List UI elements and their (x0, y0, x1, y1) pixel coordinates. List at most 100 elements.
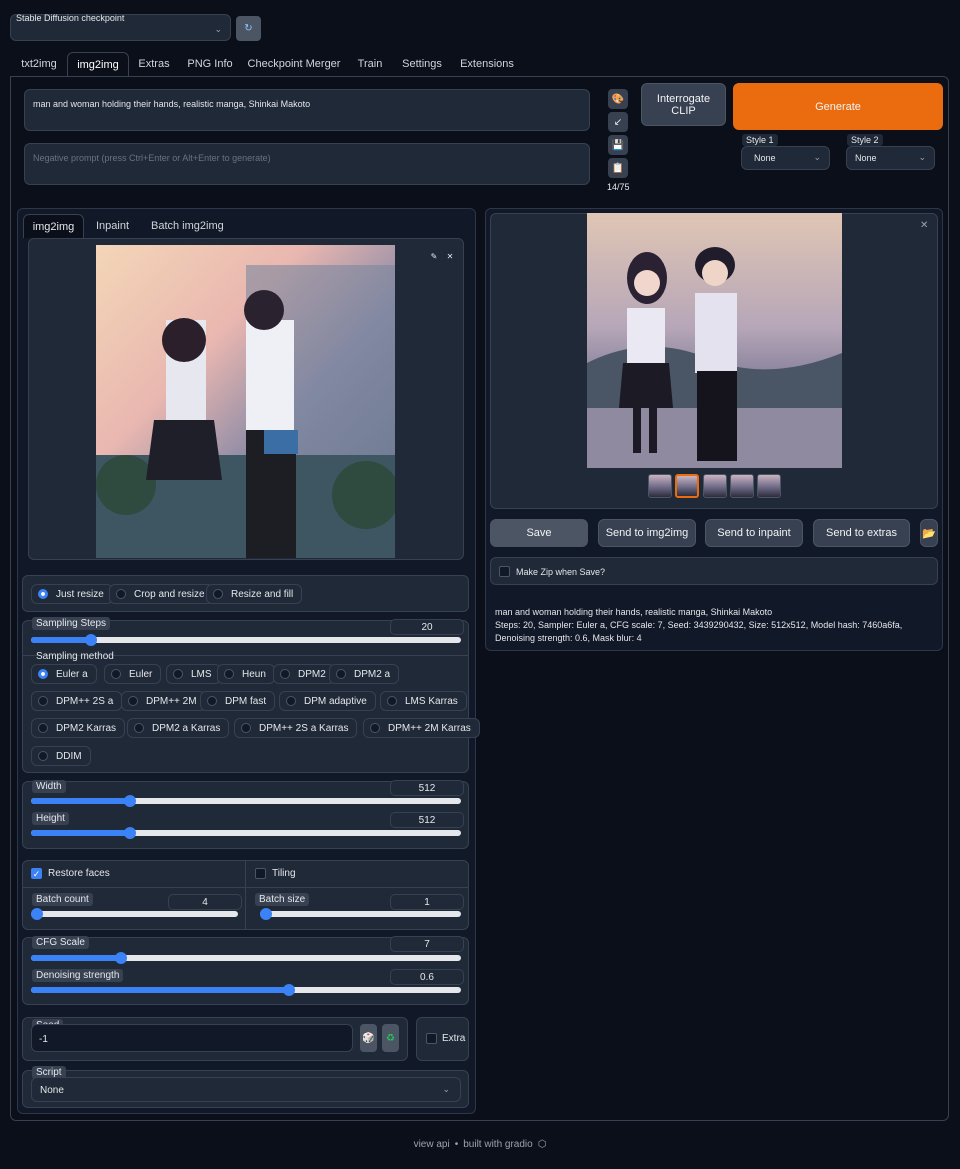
slider-thumb[interactable] (123, 827, 136, 839)
batch-count-slider[interactable] (31, 908, 238, 920)
subtab-img2img[interactable]: img2img (23, 214, 84, 238)
seed-input[interactable]: -1 (31, 1024, 353, 1052)
gallery-thumbnail[interactable] (703, 474, 727, 498)
sampler-option[interactable]: DPM2 Karras (31, 718, 126, 738)
sampler-option[interactable]: Heun (217, 664, 275, 684)
recycle-icon[interactable]: ♻ (382, 1024, 399, 1052)
send-to-extras-button[interactable]: Send to extras (813, 519, 910, 547)
sampler-option[interactable]: Euler (104, 664, 162, 684)
height-slider[interactable] (31, 827, 461, 839)
resize-and-fill[interactable]: Resize and fill (206, 584, 303, 604)
batch-size-input[interactable]: 1 (390, 894, 464, 910)
send-to-img2img-button[interactable]: Send to img2img (598, 519, 696, 547)
subtab-inpaint[interactable]: Inpaint (96, 220, 129, 232)
sampler-option[interactable]: DPM++ 2M (121, 691, 206, 711)
script-dropdown[interactable]: None ⌄ (31, 1077, 461, 1102)
batch-count-input[interactable]: 4 (168, 894, 242, 910)
cfg-scale-input[interactable]: 7 (390, 936, 464, 952)
radio-dot (207, 696, 217, 706)
send-to-inpaint-button[interactable]: Send to inpaint (705, 519, 803, 547)
cfg-scale-slider[interactable] (31, 952, 461, 964)
resize-just-resize[interactable]: Just resize (31, 584, 113, 604)
sampler-option[interactable]: LMS (166, 664, 221, 684)
view-api-link[interactable]: view api (414, 1139, 450, 1150)
negative-prompt-input[interactable]: Negative prompt (press Ctrl+Enter or Alt… (24, 143, 590, 185)
sampler-option[interactable]: DPM fast (200, 691, 276, 711)
sampler-option[interactable]: Euler a (31, 664, 97, 684)
dice-icon[interactable]: 🎲 (360, 1024, 377, 1052)
tab-checkpoint-merger[interactable]: Checkpoint Merger (246, 52, 342, 76)
arrow-icon[interactable]: ↙ (608, 112, 628, 132)
sampler-option[interactable]: DPM++ 2S a (31, 691, 123, 711)
tab-extras[interactable]: Extras (134, 52, 174, 76)
sampler-option[interactable]: DDIM (31, 746, 91, 766)
gallery-thumbnail[interactable] (757, 474, 781, 498)
style1-value: None (754, 153, 776, 163)
refresh-icon[interactable]: ↻ (236, 16, 261, 41)
slider-thumb[interactable] (283, 984, 295, 996)
close-icon[interactable]: ✕ (920, 220, 928, 231)
built-with-gradio-link[interactable]: built with gradio (463, 1139, 532, 1150)
tab-png-info[interactable]: PNG Info (182, 52, 238, 76)
tab-txt2img[interactable]: txt2img (14, 52, 64, 76)
paint-icon[interactable]: 🎨 (608, 89, 628, 109)
folder-icon[interactable]: 📂 (920, 519, 938, 547)
width-slider[interactable] (31, 795, 461, 807)
slider-thumb[interactable] (123, 795, 136, 807)
radio-dot (224, 669, 234, 679)
height-input[interactable]: 512 (390, 812, 464, 828)
prompt-input[interactable]: man and woman holding their hands, reali… (24, 89, 590, 131)
sampler-option[interactable]: DPM adaptive (279, 691, 376, 711)
clipboard-icon[interactable]: 📋 (608, 158, 628, 178)
checkpoint-dropdown[interactable]: Stable Diffusion checkpoint ⌄ (10, 13, 231, 41)
save-icon[interactable]: 💾 (608, 135, 628, 155)
tiling-checkbox[interactable]: Tiling (255, 868, 296, 879)
generate-button[interactable]: Generate (733, 83, 943, 130)
radio-dot (213, 589, 223, 599)
tab-settings[interactable]: Settings (396, 52, 448, 76)
style1-label: Style 1 (742, 134, 778, 146)
close-icon[interactable]: ✕ (444, 250, 456, 262)
interrogate-button[interactable]: Interrogate CLIP (641, 83, 726, 126)
subtab-batch-img2img[interactable]: Batch img2img (151, 220, 224, 232)
footer-separator: • (454, 1139, 459, 1150)
sampler-option[interactable]: DPM2 (273, 664, 335, 684)
make-zip-checkbox[interactable]: Make Zip when Save? (499, 566, 605, 577)
sampler-option[interactable]: DPM2 a (329, 664, 400, 684)
denoising-input[interactable]: 0.6 (390, 969, 464, 985)
tab-img2img[interactable]: img2img (67, 52, 129, 76)
input-image (96, 245, 395, 558)
slider-thumb[interactable] (260, 908, 272, 920)
resize-crop-and-resize[interactable]: Crop and resize (109, 584, 214, 604)
edit-icon[interactable]: ✎ (428, 250, 440, 262)
denoising-slider[interactable] (31, 984, 461, 996)
gallery-thumbnail-selected[interactable] (675, 474, 699, 498)
sampler-option[interactable]: DPM++ 2M Karras (363, 718, 480, 738)
slider-fill (31, 798, 130, 804)
restore-faces-checkbox[interactable]: ✓ Restore faces (31, 868, 110, 879)
radio-dot (134, 723, 144, 733)
save-button[interactable]: Save (490, 519, 588, 547)
batch-size-label: Batch size (255, 893, 310, 906)
width-input[interactable]: 512 (390, 780, 464, 796)
extra-checkbox[interactable]: Extra (426, 1033, 465, 1044)
gallery-thumbnail[interactable] (730, 474, 754, 498)
output-image[interactable] (587, 213, 842, 468)
style1-dropdown[interactable]: None ⌄ (741, 146, 830, 170)
sampler-option[interactable]: LMS Karras (380, 691, 467, 711)
radio-label: Euler (129, 668, 153, 680)
sampler-option[interactable]: DPM++ 2S a Karras (234, 718, 358, 738)
sampling-steps-slider[interactable] (31, 634, 461, 646)
chevron-down-icon: ⌄ (214, 24, 222, 34)
style2-value: None (855, 153, 877, 163)
sampler-option[interactable]: DPM2 a Karras (127, 718, 230, 738)
batch-size-slider[interactable] (260, 908, 461, 920)
sampling-steps-input[interactable]: 20 (390, 619, 464, 635)
script-value: None (40, 1085, 64, 1096)
tab-train[interactable]: Train (350, 52, 390, 76)
gallery-thumbnail[interactable] (648, 474, 672, 498)
tab-extensions[interactable]: Extensions (456, 52, 518, 76)
style2-dropdown[interactable]: None ⌄ (846, 146, 935, 170)
radio-dot (286, 696, 296, 706)
make-zip-label: Make Zip when Save? (516, 566, 606, 577)
